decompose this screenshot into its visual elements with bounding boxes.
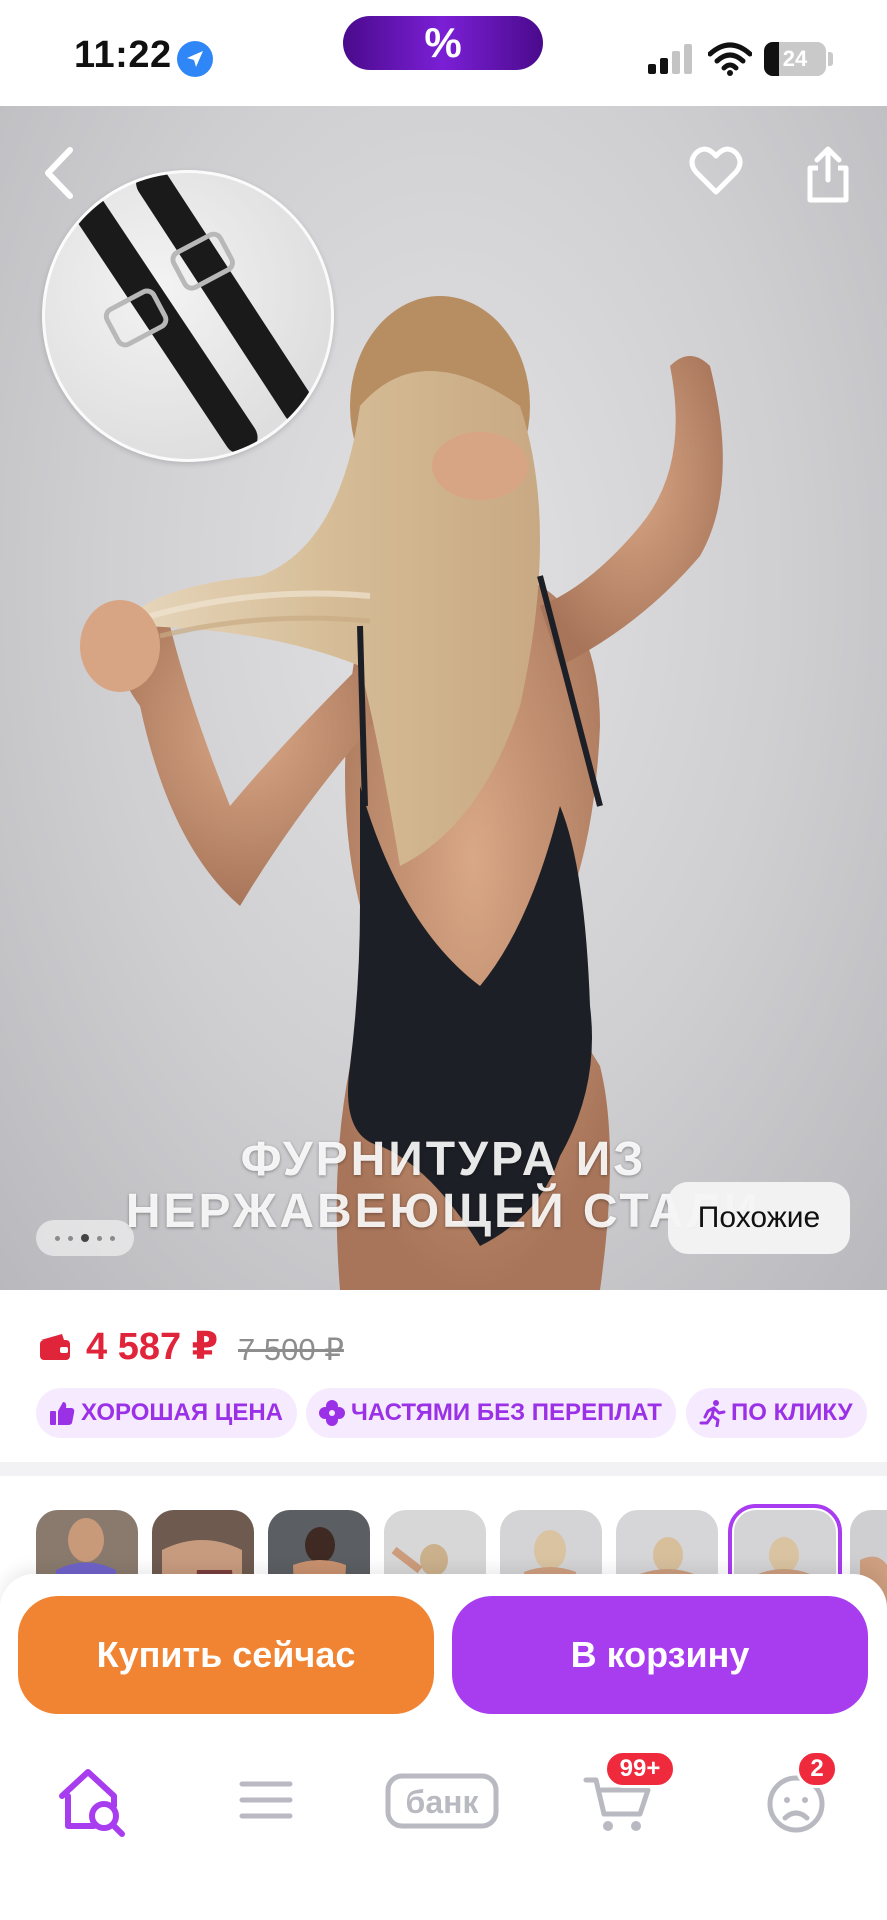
battery-tip [828,52,833,66]
action-bar: Купить сейчас В корзину [0,1574,887,1722]
promo-symbol: % [424,19,462,66]
badge-label: ЧАСТЯМИ БЕЗ ПЕРЕПЛАТ [351,1399,662,1426]
heart-icon[interactable] [688,144,744,198]
wifi-icon [708,42,752,76]
nav-home[interactable] [52,1760,132,1840]
bank-label: банк [406,1784,480,1820]
carousel-dot [110,1235,115,1241]
old-price: 7 500 ₽ [238,1332,344,1367]
carousel-dot [55,1235,60,1241]
installments-badge[interactable]: ЧАСТЯМИ БЕЗ ПЕРЕПЛАТ [306,1388,676,1438]
menu-icon [239,1781,293,1819]
battery-icon: 24 [764,42,826,76]
bottom-nav: банк 99+ 2 [0,1722,887,1920]
badge-label: ХОРОШАЯ ЦЕНА [81,1399,283,1426]
status-time: 11:22 [74,34,172,76]
current-price: 4 587 ₽ [86,1326,219,1368]
bank-icon: банк [385,1773,499,1829]
badge-label: ПО КЛИКУ [731,1399,853,1426]
status-bar: 11:22 % 24 [0,0,887,106]
location-arrow-icon [177,41,213,77]
running-icon [699,1400,726,1427]
carousel-dot [68,1235,73,1241]
add-to-cart-button[interactable]: В корзину [452,1596,868,1714]
buy-now-button[interactable]: Купить сейчас [18,1596,434,1714]
cart-count-badge: 99+ [604,1750,676,1788]
hero-caption-line1: ФУРНИТУРА ИЗ [240,1133,647,1186]
strap-detail-photo [67,173,317,455]
wallet-icon [40,1334,70,1360]
product-page: 11:22 % 24 ФУРНИТУРА ИЗ НЕРЖАВЕЮЩЕЙ СТАЛ… [0,0,887,1920]
home-search-icon [59,1769,125,1837]
carousel-dot [97,1235,102,1241]
promo-pill[interactable]: % [343,16,543,70]
product-image-carousel[interactable]: ФУРНИТУРА ИЗ НЕРЖАВЕЮЩЕЙ СТАЛИ Похожие [0,106,887,1290]
strap-detail-inset [42,170,334,462]
clover-icon [319,1400,345,1426]
carousel-dots [36,1220,134,1256]
price-card: 4 587 ₽ 7 500 ₽ ХОРОШАЯ ЦЕНА ЧАСТЯМИ БЕЗ… [0,1290,887,1462]
thumbs-up-icon [50,1402,75,1425]
nav-catalog[interactable] [226,1760,306,1840]
battery-level: 24 [782,46,808,71]
signal-icon [648,44,692,74]
nav-bank[interactable]: банк [384,1760,500,1840]
share-icon[interactable] [804,146,852,204]
one-click-badge[interactable]: ПО КЛИКУ [686,1388,867,1438]
carousel-dot-active [81,1234,89,1242]
section-divider [0,1462,887,1476]
good-price-badge[interactable]: ХОРОШАЯ ЦЕНА [36,1388,297,1438]
back-icon[interactable] [36,144,82,202]
similar-button[interactable]: Похожие [668,1182,850,1254]
profile-count-badge: 2 [796,1750,838,1788]
